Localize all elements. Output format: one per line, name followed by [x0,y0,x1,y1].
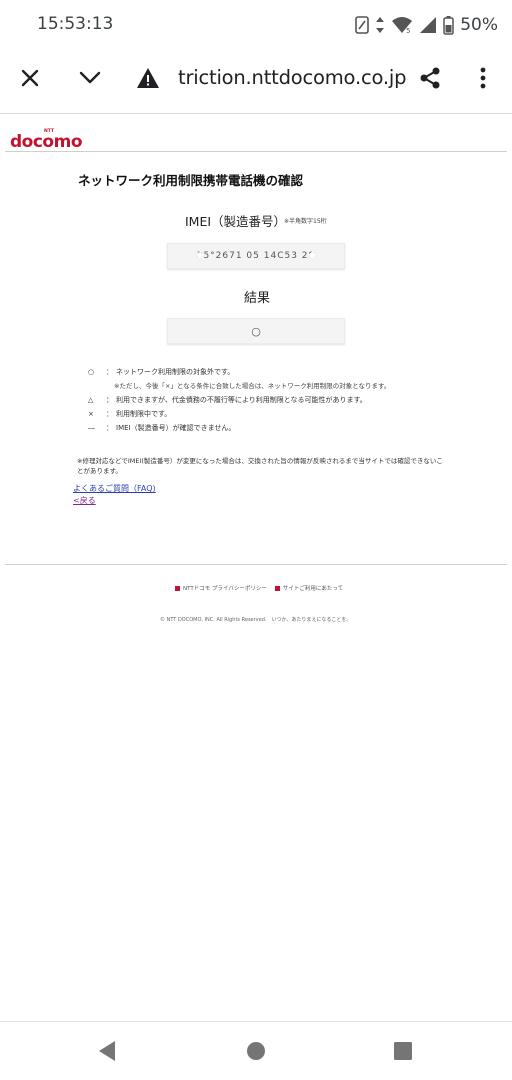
imei-note: ※半角数字15桁 [284,218,327,225]
copyright: © NTT DOCOMO, INC. All Rights Reserved. … [160,617,352,623]
legend-symbol: ― [88,424,95,432]
page-header: NTT docomo [0,114,512,154]
repair-note: ※修理対応などでIMEI(製造番号）が変更になった場合は、交換された旨の情報が反… [77,457,443,475]
result-field: ○ [167,318,345,344]
data-arrows-icon [376,17,385,33]
legend-subnote: ※ただし、今後「×」となる条件に合致した場合は、ネットワーク利用制限の対象となり… [114,382,391,390]
status-bar: 15:53:13 5 50% [0,0,512,52]
chevron-down-icon[interactable] [70,52,110,104]
docomo-logo[interactable]: NTT docomo [10,126,90,150]
battery-percent: 50% [460,15,498,35]
url-bar[interactable]: triction.nttdocomo.co.jp [178,66,406,89]
header-divider [5,151,507,152]
home-nav-icon[interactable] [241,1036,271,1066]
legend-text: ネットワーク利用制限の対象外です。 [116,368,235,376]
arrow-bullet-icon [175,585,180,591]
back-nav-icon[interactable] [92,1036,122,1066]
legend-item: ― ： IMEI（製造番号）が確認できません。 [88,421,468,435]
close-icon[interactable] [10,52,50,104]
legend-symbol: △ [88,396,94,404]
legend-item: △ ： 利用できますが、代金債務の不履行等により利用制限となる可能性があります。 [88,393,468,407]
legend-symbol: ○ [88,368,95,376]
page-title: ネットワーク利用制限携帯電話機の確認 [78,173,304,188]
status-icons: 5 50% [355,14,498,36]
imei-value: 35°2671 05 14C53 29 [196,251,316,261]
svg-text:5: 5 [406,27,410,34]
star-decoration: ★ [306,248,319,264]
result-legend: ○ ： ネットワーク利用制限の対象外です。 ※ただし、今後「×」となる条件に合致… [88,365,468,435]
footer-links: NTTドコモ プライバシーポリシー サイトご利用にあたって [175,584,343,592]
warning-icon[interactable] [128,52,168,104]
back-link[interactable]: <戻る [73,495,96,506]
signal-icon [420,17,437,33]
system-nav-bar [0,1022,512,1080]
svg-text:docomo: docomo [10,132,82,150]
more-vert-icon[interactable] [463,52,503,104]
recents-nav-icon[interactable] [388,1036,418,1066]
result-label: 結果 [244,291,271,306]
nfc-icon [355,16,370,34]
arrow-bullet-icon [274,585,280,591]
imei-input[interactable]: ★ 35°2671 05 14C53 29 ★ [167,243,345,269]
legend-symbol: × [88,410,94,418]
battery-icon [443,15,454,35]
status-time: 15:53:13 [37,14,114,34]
privacy-policy-link[interactable]: NTTドコモ プライバシーポリシー [175,584,267,592]
imei-label: IMEI（製造番号） [185,214,287,229]
legend-text: 利用できますが、代金債務の不履行等により利用制限となる可能性があります。 [116,396,367,404]
legend-item: × ： 利用制限中です。 [88,407,468,421]
legend-text: IMEI（製造番号）が確認できません。 [116,424,236,432]
browser-toolbar: triction.nttdocomo.co.jp [0,52,512,108]
share-icon[interactable] [410,52,450,104]
wifi-icon: 5 [392,17,413,34]
faq-link[interactable]: よくあるご質問（FAQ) [73,483,156,494]
star-decoration: ★ [194,248,207,264]
legend-item: ○ ： ネットワーク利用制限の対象外です。 [88,365,468,379]
legend-text: 利用制限中です。 [116,410,172,418]
site-terms-link[interactable]: サイトご利用にあたって [274,584,343,592]
footer-divider [5,564,507,565]
